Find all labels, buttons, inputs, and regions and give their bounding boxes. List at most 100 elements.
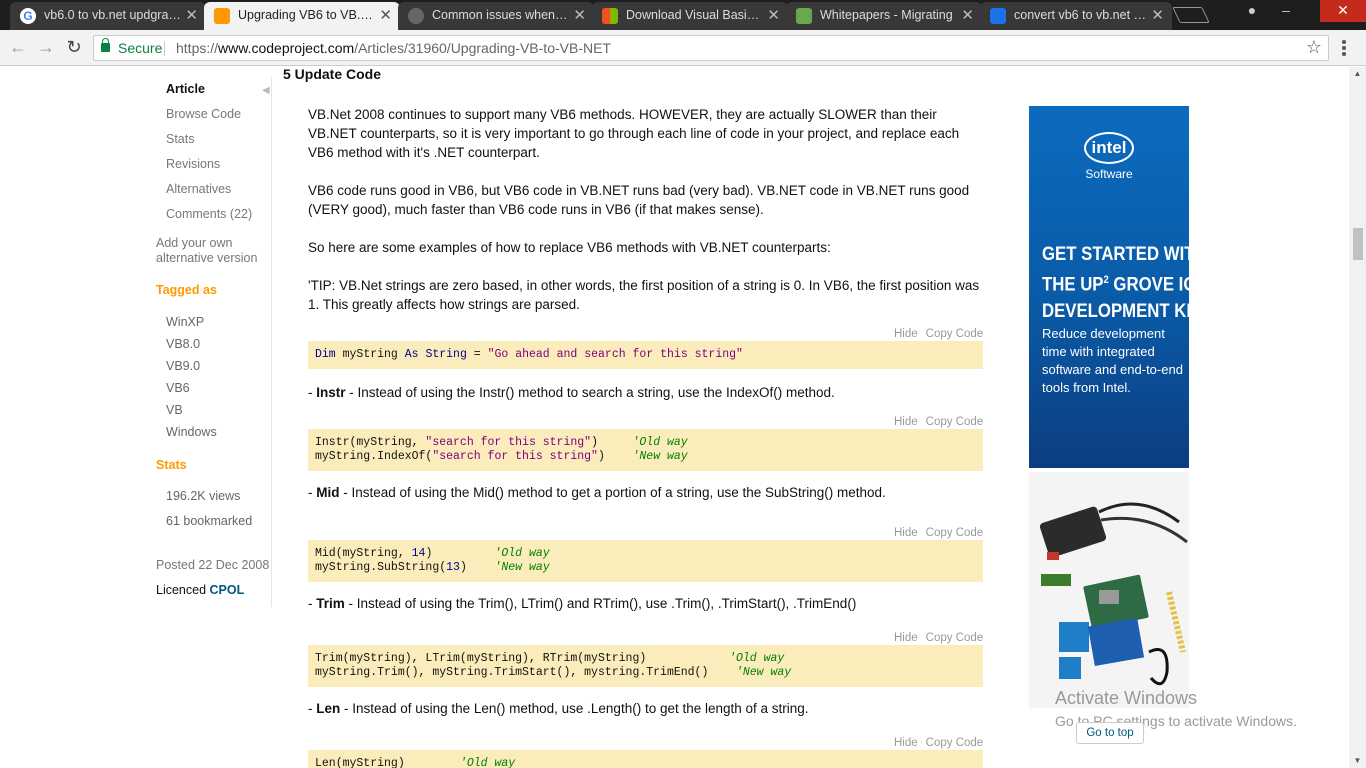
paragraph: VB6 code runs good in VB6, but VB6 code … [308, 183, 970, 217]
code-actions: Hide Copy Code [894, 416, 983, 428]
menu-icon[interactable] [1342, 40, 1346, 56]
copy-code-link[interactable]: Copy Code [926, 416, 984, 428]
add-alternative-link[interactable]: Add your own alternative version [156, 236, 266, 266]
scroll-up-icon[interactable]: ▲ [1349, 67, 1366, 81]
go-to-top-button[interactable]: Go to top [1076, 722, 1144, 744]
tab-common-issues[interactable]: Common issues when mi ✕ [398, 2, 594, 30]
views-count: 196.2K views [166, 489, 241, 503]
code-comment: 'New way [494, 561, 550, 574]
tag-link[interactable]: WinXP [166, 315, 204, 329]
copy-code-link[interactable]: Copy Code [926, 632, 984, 644]
scroll-down-icon[interactable]: ▼ [1349, 754, 1366, 768]
close-tab-icon[interactable]: ✕ [767, 2, 780, 29]
address-bar[interactable]: Secure https://www.codeproject.com/Artic… [93, 35, 1329, 61]
code-text: myString.SubString( [315, 561, 447, 574]
tag-link[interactable]: VB [166, 403, 183, 417]
tab-title: convert vb6 to vb.net 200 [1014, 8, 1148, 22]
method-mid: - Mid - Instead of using the Mid() metho… [308, 483, 983, 502]
divider [164, 41, 165, 56]
bookmark-star-icon[interactable]: ☆ [1306, 37, 1322, 58]
hide-code-link[interactable]: Hide [894, 328, 918, 340]
article-sidebar: Article ◀ Browse Code Stats Revisions Al… [0, 67, 272, 768]
copy-code-link[interactable]: Copy Code [926, 328, 984, 340]
google-icon: G [20, 8, 36, 24]
copy-code-link[interactable]: Copy Code [926, 527, 984, 539]
sidebar-item-revisions[interactable]: Revisions [166, 157, 220, 171]
tab-whitepapers[interactable]: Whitepapers - Migrating ✕ [786, 2, 982, 30]
close-tab-icon[interactable]: ✕ [961, 2, 974, 29]
method-desc: - Instead of using the Trim(), LTrim() a… [344, 596, 857, 611]
intel-advertisement[interactable]: intel Software GET STARTED WITH THE UP2 … [1029, 106, 1207, 468]
code-keyword: String [425, 348, 467, 361]
method-desc: - Instead of using the Mid() method to g… [339, 485, 886, 500]
lock-icon [101, 38, 110, 52]
hide-code-link[interactable]: Hide [894, 632, 918, 644]
tag-link[interactable]: VB6 [166, 381, 190, 395]
tab-download-vb6[interactable]: Download Visual Basic 6.0 ✕ [592, 2, 788, 30]
method-trim: - Trim - Instead of using the Trim(), LT… [308, 594, 983, 613]
close-tab-icon[interactable]: ✕ [1151, 2, 1164, 29]
iot-kit-image[interactable] [1029, 472, 1189, 708]
code-string: "search for this string" [432, 450, 598, 463]
licence-link[interactable]: CPOL [210, 583, 245, 597]
code-comment: 'Old way [459, 757, 516, 768]
close-tab-icon[interactable]: ✕ [573, 2, 586, 29]
tagged-as-heading: Tagged as [156, 283, 217, 297]
tab-upgrading-vb6[interactable]: Upgrading VB6 to VB.NET ✕ [204, 2, 400, 30]
code-text: Len(myString) [315, 757, 460, 768]
sidebar-item-stats[interactable]: Stats [166, 132, 195, 146]
code-comment: 'New way [632, 450, 688, 463]
sidebar-item-browse-code[interactable]: Browse Code [166, 107, 241, 121]
collapse-icon[interactable]: ◀ [262, 85, 270, 96]
method-name: Trim [316, 596, 345, 611]
close-tab-icon[interactable]: ✕ [185, 2, 198, 29]
minimize-icon[interactable]: – [1272, 0, 1300, 22]
page-scrollbar[interactable]: ▲ ▼ [1349, 67, 1366, 768]
ad-headline-text: THE UP [1042, 273, 1104, 296]
sidebar-item-alternatives[interactable]: Alternatives [166, 182, 231, 196]
hide-code-link[interactable]: Hide [894, 527, 918, 539]
tag-link[interactable]: Windows [166, 425, 217, 439]
forward-icon[interactable]: → [34, 36, 58, 60]
tab-google-search[interactable]: G vb6.0 to vb.net updgrade ✕ [10, 2, 206, 30]
scroll-thumb[interactable] [1353, 228, 1363, 260]
code-keyword: As [404, 348, 419, 361]
paragraph: So here are some examples of how to repl… [308, 240, 831, 255]
tag-link[interactable]: VB9.0 [166, 359, 200, 373]
sidebar-divider [271, 77, 272, 607]
profile-icon[interactable]: ● [1238, 0, 1266, 22]
close-window-icon[interactable]: ✕ [1320, 0, 1366, 22]
page-content: Article ◀ Browse Code Stats Revisions Al… [0, 67, 1349, 768]
tag-link[interactable]: VB8.0 [166, 337, 200, 351]
new-tab-button[interactable] [1172, 7, 1210, 23]
code-number: 13 [446, 561, 460, 574]
code-block: Mid(myString, 14) 'Old way myString.SubS… [308, 540, 983, 582]
section-heading: 5 Update Code [283, 67, 382, 82]
tab-convert-vb6[interactable]: convert vb6 to vb.net 200 ✕ [980, 2, 1172, 30]
code-block: Len(myString) 'Old way [308, 750, 983, 768]
ad-headline-line: GET STARTED WITH [1042, 243, 1207, 265]
whitepaper-icon [796, 8, 812, 24]
ad-headline: GET STARTED WITH THE UP2 GROVE IOT DEVEL… [1042, 241, 1207, 324]
copy-code-link[interactable]: Copy Code [926, 737, 984, 749]
paragraph: 'TIP: VB.Net strings are zero based, in … [308, 278, 980, 312]
reload-icon[interactable]: ↻ [62, 36, 86, 60]
tab-title: Upgrading VB6 to VB.NET [238, 8, 376, 22]
method-instr: - Instr - Instead of using the Instr() m… [308, 383, 983, 402]
sidebar-item-article[interactable]: Article [166, 82, 205, 96]
hide-code-link[interactable]: Hide [894, 416, 918, 428]
close-tab-icon[interactable]: ✕ [379, 2, 392, 29]
hide-code-link[interactable]: Hide [894, 737, 918, 749]
ad-brand: Software [1085, 167, 1133, 181]
browser-toolbar: ← → ↻ Secure https://www.codeproject.com… [0, 30, 1366, 66]
bookmarked-count: 61 bookmarked [166, 514, 253, 528]
code-actions: Hide Copy Code [894, 328, 983, 340]
method-desc: - Instead of using the Len() method, use… [340, 701, 809, 716]
dash: - [308, 701, 317, 716]
code-text: Instr(myString, [315, 436, 426, 449]
back-icon[interactable]: ← [6, 36, 30, 60]
code-block: Instr(myString, "search for this string"… [308, 429, 983, 471]
code-text: ) [459, 561, 495, 574]
sidebar-item-comments[interactable]: Comments (22) [166, 207, 252, 221]
code-text: myString [335, 348, 405, 361]
